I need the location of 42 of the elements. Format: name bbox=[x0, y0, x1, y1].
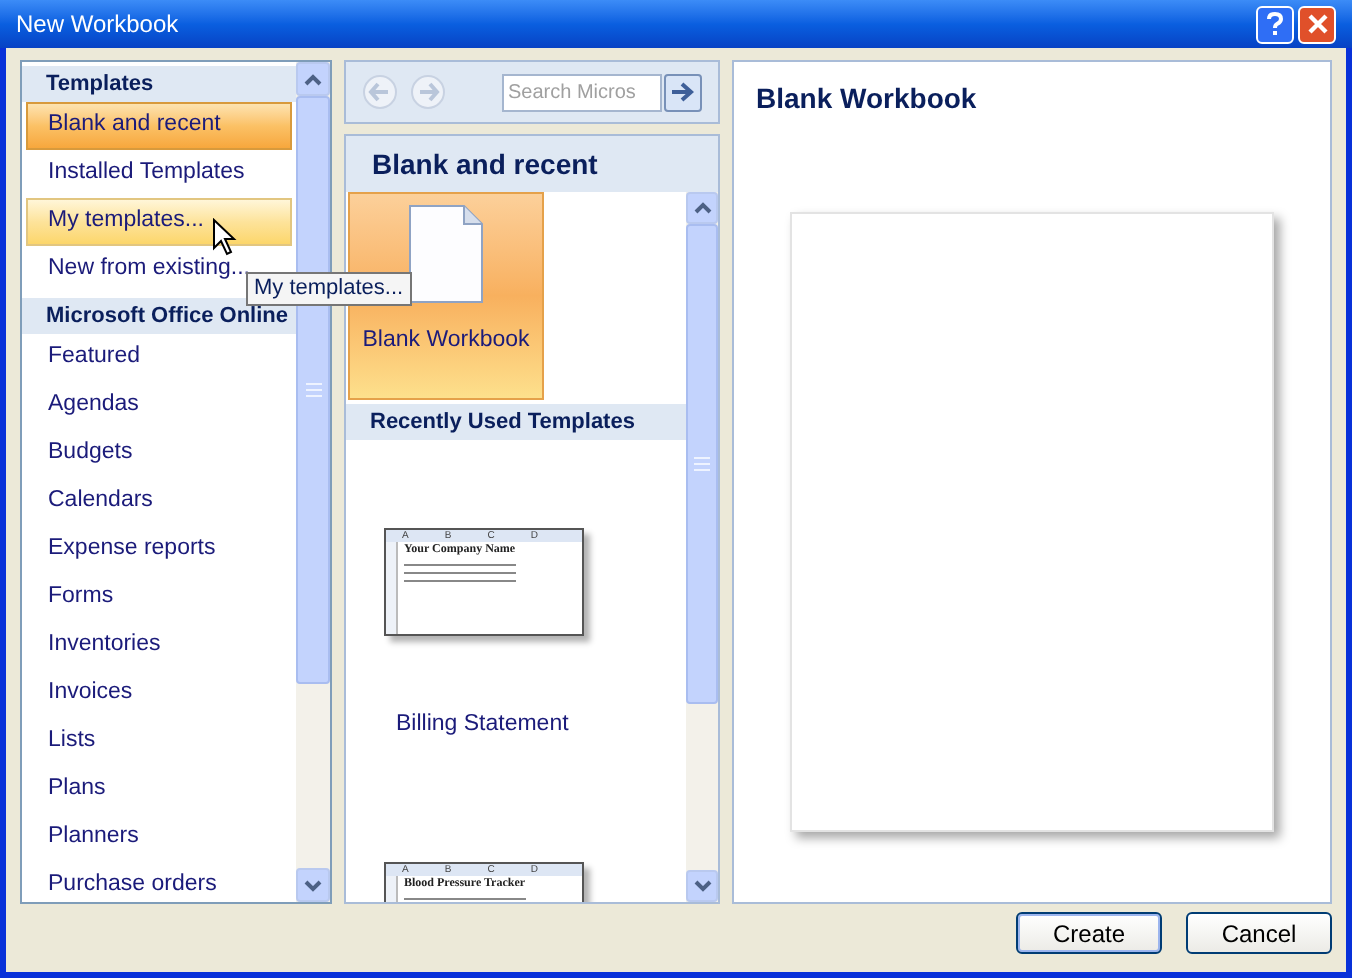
category-item[interactable]: Budgets bbox=[26, 430, 292, 478]
scrollbar[interactable] bbox=[686, 192, 718, 902]
scroll-thumb[interactable] bbox=[686, 224, 718, 704]
document-icon bbox=[408, 203, 484, 304]
category-item[interactable]: Planners bbox=[26, 814, 292, 862]
category-item[interactable]: Lists bbox=[26, 718, 292, 766]
category-item[interactable]: Agendas bbox=[26, 382, 292, 430]
category-item[interactable]: Purchase orders bbox=[26, 862, 292, 902]
category-item[interactable]: Installed Templates bbox=[26, 150, 292, 198]
category-item[interactable]: Featured bbox=[26, 334, 292, 382]
section-header: Recently Used Templates bbox=[346, 404, 686, 440]
category-item[interactable]: Calendars bbox=[26, 478, 292, 526]
search-button[interactable] bbox=[664, 73, 702, 111]
right-arrow-icon bbox=[672, 82, 694, 102]
panel-heading: Blank and recent bbox=[372, 145, 598, 183]
close-button[interactable] bbox=[1298, 5, 1336, 43]
tooltip: My templates... bbox=[246, 272, 412, 306]
category-item[interactable]: My templates... bbox=[26, 198, 292, 246]
category-item[interactable]: Invoices bbox=[26, 670, 292, 718]
template-label[interactable]: Billing Statement bbox=[396, 708, 686, 743]
scroll-down-button[interactable] bbox=[686, 870, 718, 902]
scroll-down-button[interactable] bbox=[296, 868, 330, 902]
help-button[interactable] bbox=[1256, 5, 1294, 43]
section-header: Templates bbox=[22, 66, 296, 102]
preview-heading: Blank Workbook bbox=[756, 82, 977, 114]
category-item[interactable]: Expense reports bbox=[26, 526, 292, 574]
help-icon bbox=[1266, 12, 1284, 36]
cursor-icon bbox=[212, 218, 238, 256]
grip-icon bbox=[694, 456, 710, 472]
scroll-up-button[interactable] bbox=[296, 62, 330, 96]
create-button[interactable]: Create bbox=[1016, 912, 1162, 954]
window-title: New Workbook bbox=[16, 8, 179, 42]
section-header: Microsoft Office Online bbox=[22, 298, 296, 334]
category-item[interactable]: Forms bbox=[26, 574, 292, 622]
grip-icon bbox=[305, 382, 321, 398]
category-item[interactable]: Inventories bbox=[26, 622, 292, 670]
scroll-up-button[interactable] bbox=[686, 192, 718, 224]
close-icon bbox=[1307, 14, 1327, 34]
search-field[interactable]: Search Micros bbox=[502, 73, 662, 111]
category-item[interactable]: Plans bbox=[26, 766, 292, 814]
category-item[interactable]: Blank and recent bbox=[26, 102, 292, 150]
cancel-button[interactable]: Cancel bbox=[1186, 912, 1332, 954]
